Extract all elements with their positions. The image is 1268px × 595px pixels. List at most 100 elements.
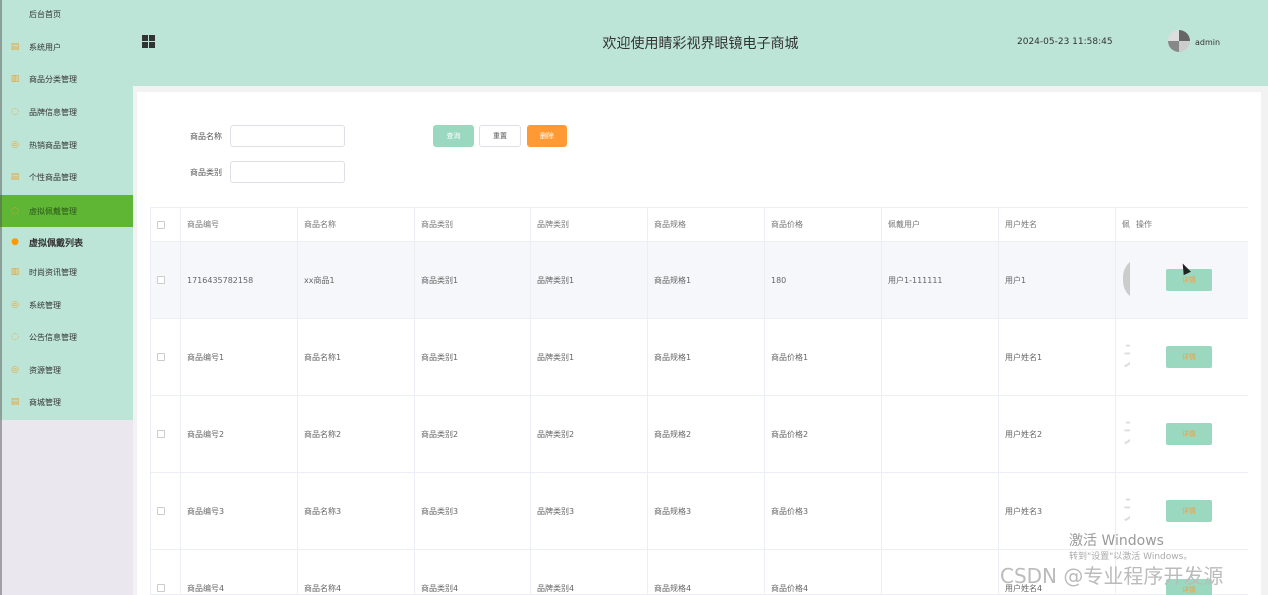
cell-user-name: 用户姓名1 [999, 319, 1116, 395]
row-select-cell [151, 396, 181, 472]
detail-button[interactable]: 详情 [1166, 423, 1212, 445]
cell-product-name: 商品名称2 [298, 396, 415, 472]
sidebar-item-home[interactable]: 后台首页 [0, 0, 133, 30]
sidebar-item-label: 个性商品管理 [29, 172, 77, 182]
cell-brand-category: 品牌类别4 [531, 550, 648, 594]
sidebar-item-resources[interactable]: ◎ 资源管理 [0, 354, 133, 386]
row-checkbox[interactable] [157, 276, 165, 284]
header-product-name: 商品名称 [298, 208, 415, 241]
check-circle-icon: ◎ [11, 300, 19, 310]
cell-product-spec: 商品规格3 [648, 473, 765, 549]
select-all-cell [151, 208, 181, 241]
query-button[interactable]: 查询 [433, 125, 474, 147]
table-row: 1716435782158 xx商品1 商品类别1 品牌类别1 商品规格1 18… [150, 242, 1248, 319]
sidebar-item-label: 商城管理 [29, 397, 61, 407]
detail-button[interactable]: 详情 [1166, 500, 1212, 522]
sidebar-item-label: 资源管理 [29, 365, 61, 375]
sidebar-item-label: 系统管理 [29, 300, 61, 310]
cell-product-spec: 商品规格1 [648, 242, 765, 318]
cell-product-name: 商品名称1 [298, 319, 415, 395]
check-circle-icon: ◎ [11, 365, 19, 375]
row-checkbox[interactable] [157, 353, 165, 361]
sidebar-item-virtual-wear[interactable]: ◌ 虚拟佩戴管理 [0, 195, 133, 227]
document-icon: ▤ [10, 42, 20, 52]
datetime-display: 2024-05-23 11:58:45 [1017, 37, 1113, 47]
operation-cell: 详情 [1130, 242, 1248, 318]
header-operation-cell: 操作 [1130, 208, 1248, 241]
cell-wear-user: 用户1-111111 [882, 242, 999, 318]
cell-product-price: 180 [765, 242, 882, 318]
product-name-input[interactable] [230, 125, 345, 147]
sidebar-item-virtual-wear-list[interactable]: ● 虚拟佩戴列表 [0, 226, 133, 258]
select-all-checkbox[interactable] [157, 220, 165, 229]
cell-wear-user [882, 550, 999, 594]
header-wear-user: 佩戴用户 [882, 208, 999, 241]
cell-brand-category: 品牌类别1 [531, 319, 648, 395]
cell-product-spec: 商品规格4 [648, 550, 765, 594]
cell-wear-user [882, 396, 999, 472]
sidebar-item-mall[interactable]: ▤ 商城管理 [0, 386, 133, 418]
cell-product-name: 商品名称4 [298, 550, 415, 594]
row-select-cell [151, 242, 181, 318]
sidebar-item-custom-products[interactable]: ▤ 个性商品管理 [0, 161, 133, 193]
document-icon: ▤ [10, 397, 20, 407]
cell-product-price: 商品价格3 [765, 473, 882, 549]
sidebar-empty-area [0, 420, 133, 595]
cell-user-name: 用户姓名2 [999, 396, 1116, 472]
sidebar-item-brand[interactable]: ◌ 品牌信息管理 [0, 96, 133, 128]
sidebar-item-system-users[interactable]: ▤ 系统用户 [0, 31, 133, 63]
cell-product-id: 商品编号1 [181, 319, 298, 395]
cell-product-id: 商品编号2 [181, 396, 298, 472]
user-avatar[interactable] [1168, 30, 1190, 52]
chat-icon: ◌ [11, 206, 19, 216]
detail-button[interactable]: 详情 [1166, 346, 1212, 368]
cell-product-category: 商品类别2 [415, 396, 531, 472]
cell-product-category: 商品类别1 [415, 242, 531, 318]
bar-chart-icon: ▥ [10, 267, 20, 277]
sidebar-item-fashion-news[interactable]: ▥ 时尚资讯管理 [0, 256, 133, 288]
header-user-name: 用户姓名 [999, 208, 1116, 241]
cell-brand-category: 品牌类别2 [531, 396, 648, 472]
table-row: 商品编号2 商品名称2 商品类别2 品牌类别2 商品规格2 商品价格2 用户姓名… [150, 396, 1248, 473]
row-checkbox[interactable] [157, 507, 165, 515]
sidebar-item-label: 虚拟佩戴列表 [29, 238, 84, 249]
document-icon: ▤ [10, 172, 20, 182]
cell-product-category: 商品类别1 [415, 319, 531, 395]
sidebar-item-notice[interactable]: ◌ 公告信息管理 [0, 321, 133, 353]
operation-cell: 详情 [1130, 319, 1248, 395]
row-select-cell [151, 319, 181, 395]
chat-icon: ◌ [11, 332, 19, 342]
product-category-label: 商品类别 [190, 168, 222, 177]
delete-button[interactable]: 删除 [527, 125, 567, 147]
sidebar-item-label: 公告信息管理 [29, 332, 77, 342]
user-name[interactable]: admin [1195, 38, 1220, 47]
sidebar-item-label: 系统用户 [29, 42, 61, 52]
row-checkbox[interactable] [157, 584, 165, 592]
header-brand-category: 品牌类别 [531, 208, 648, 241]
cell-product-price: 商品价格4 [765, 550, 882, 594]
sidebar-item-hot-products[interactable]: ◎ 热销商品管理 [0, 129, 133, 161]
cell-product-id: 1716435782158 [181, 242, 298, 318]
home-icon [10, 9, 20, 19]
reset-button[interactable]: 重置 [479, 125, 521, 147]
header-product-id: 商品编号 [181, 208, 298, 241]
header-product-price: 商品价格 [765, 208, 882, 241]
chat-icon: ◌ [11, 107, 19, 117]
window-edge [0, 0, 2, 595]
location-icon: ● [11, 237, 19, 247]
operation-cell: 详情 [1130, 396, 1248, 472]
cell-product-price: 商品价格2 [765, 396, 882, 472]
cell-product-category: 商品类别4 [415, 550, 531, 594]
table-row: 商品编号1 商品名称1 商品类别1 品牌类别1 商品规格1 商品价格1 用户姓名… [150, 319, 1248, 396]
sidebar: 后台首页 ▤ 系统用户 ▥ 商品分类管理 ◌ 品牌信息管理 ◎ 热销商品管理 ▤… [0, 0, 133, 420]
product-category-input[interactable] [230, 161, 345, 183]
cell-product-spec: 商品规格2 [648, 396, 765, 472]
sidebar-item-category[interactable]: ▥ 商品分类管理 [0, 63, 133, 95]
sidebar-item-system[interactable]: ◎ 系统管理 [0, 289, 133, 321]
row-checkbox[interactable] [157, 430, 165, 438]
sidebar-item-label: 品牌信息管理 [29, 107, 77, 117]
cell-wear-user [882, 319, 999, 395]
sidebar-item-label: 热销商品管理 [29, 140, 77, 150]
cell-product-id: 商品编号3 [181, 473, 298, 549]
cell-product-price: 商品价格1 [765, 319, 882, 395]
